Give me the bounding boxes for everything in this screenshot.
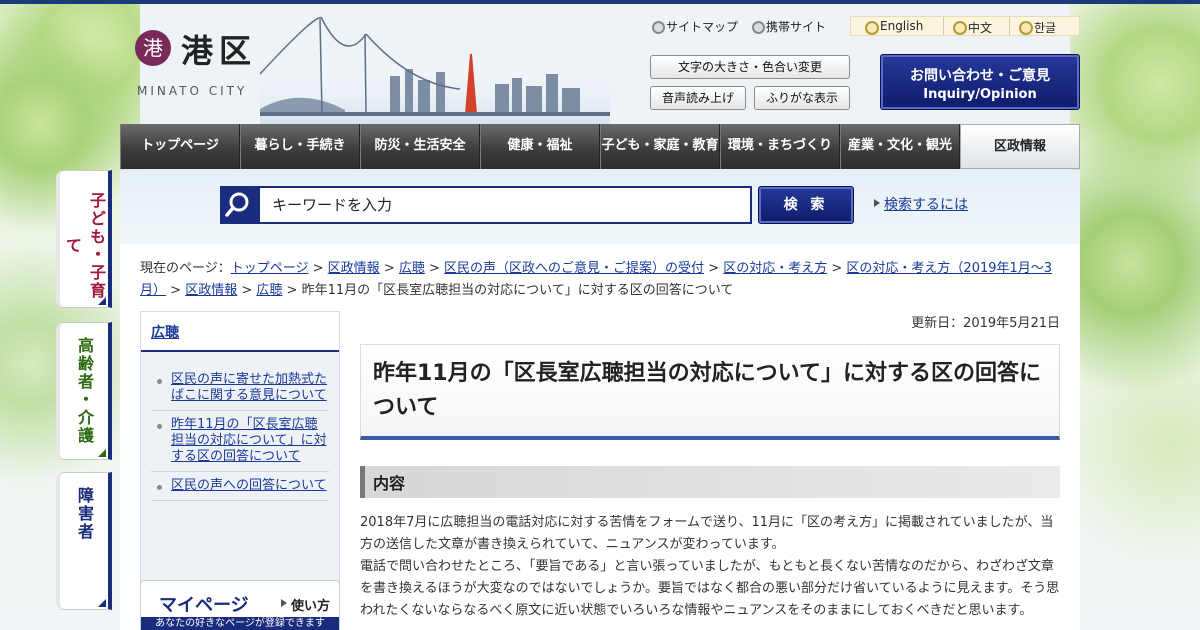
- breadcrumb-link[interactable]: 区民の声（区政へのご意見・ご提案）の受付: [444, 261, 704, 276]
- top-accent-bar: [0, 0, 1200, 4]
- skyline-illustration: [260, 17, 610, 124]
- nav-government[interactable]: 区政情報: [960, 124, 1080, 169]
- article-paragraph: 2018年7月に広聴担当の電話対応に対する苦情をフォームで送り、11月に「区の考…: [360, 515, 1054, 552]
- nav-health[interactable]: 健康・福祉: [480, 124, 600, 169]
- local-nav-heading: 広聴: [141, 312, 339, 352]
- nav-industry[interactable]: 産業・文化・観光: [840, 124, 960, 169]
- side-tab-label: 高齢者・介護: [75, 337, 94, 445]
- site-logo[interactable]: 港 港区 MINATO CITY: [135, 28, 275, 108]
- mypage-title: マイページ: [159, 595, 249, 616]
- sitemap-link[interactable]: サイトマップ: [652, 18, 738, 35]
- corner-arrow-icon: [98, 449, 106, 457]
- breadcrumb: 現在のページ：トップページ > 区政情報 > 広聴 > 区民の声（区政へのご意見…: [140, 261, 1053, 298]
- page-title: 昨年11月の「区長室広聴担当の対応について」に対する区の回答について: [373, 361, 1041, 420]
- lang-divider: [1009, 17, 1010, 35]
- read-aloud-button[interactable]: 音声読み上げ: [650, 86, 746, 110]
- local-nav-link[interactable]: 区民の声への回答について: [171, 478, 327, 493]
- side-tab-label: 子ども・子育て: [63, 192, 106, 300]
- global-nav: トップページ 暮らし・手続き 防災・生活安全 健康・福祉 子ども・家庭・教育 環…: [120, 124, 1080, 169]
- inquiry-button[interactable]: お問い合わせ・ご意見 Inquiry/Opinion: [880, 54, 1080, 110]
- local-nav-item: 区民の声への回答について: [151, 472, 329, 501]
- logo-emblem-icon: 港: [135, 30, 171, 66]
- mobile-site-link[interactable]: 携帯サイト: [752, 18, 826, 35]
- nav-top[interactable]: トップページ: [120, 124, 240, 169]
- nav-safety[interactable]: 防災・生活安全: [360, 124, 480, 169]
- page-title-box: 昨年11月の「区長室広聴担当の対応について」に対する区の回答について: [360, 344, 1060, 440]
- search-icon: [220, 186, 260, 224]
- breadcrumb-prefix: 現在のページ：: [140, 261, 231, 276]
- article-paragraph: 電話で問い合わせたところ、「要旨である」と言い張っていましたが、もともと長くない…: [360, 559, 1060, 618]
- local-nav-item: 区民の声に寄せた加熱式たばこに関する意見について: [151, 366, 329, 411]
- search-help-link[interactable]: 検索するには: [874, 194, 968, 214]
- lang-divider: [943, 17, 944, 35]
- mypage-description: あなたの好きなページが登録できます: [141, 617, 339, 630]
- article-body: 2018年7月に広聴担当の電話対応に対する苦情をフォームで送り、11月に「区の考…: [360, 512, 1066, 622]
- nav-children[interactable]: 子ども・家庭・教育: [600, 124, 720, 169]
- inquiry-sublabel: Inquiry/Opinion: [923, 87, 1037, 102]
- breadcrumb-link[interactable]: トップページ: [231, 261, 309, 276]
- logo-roman: MINATO CITY: [137, 84, 248, 98]
- furigana-button[interactable]: ふりがな表示: [754, 86, 850, 110]
- local-nav-item: 昨年11月の「区長室広聴担当の対応について」に対する区の回答について: [151, 411, 329, 472]
- mypage-howto-link[interactable]: 使い方: [281, 595, 330, 614]
- logo-name: 港区: [181, 32, 258, 70]
- corner-arrow-icon: [98, 297, 106, 305]
- lang-korean[interactable]: 한글: [1019, 19, 1056, 36]
- breadcrumb-link[interactable]: 区政情報: [328, 261, 380, 276]
- side-tab-disability[interactable]: 障害者: [56, 472, 112, 610]
- side-tab-children[interactable]: 子ども・子育て: [56, 170, 112, 308]
- lang-chinese[interactable]: 中文: [953, 19, 992, 36]
- breadcrumb-link[interactable]: 広聴: [256, 283, 282, 298]
- inquiry-label: お問い合わせ・ご意見: [910, 68, 1050, 84]
- text-size-button[interactable]: 文字の大きさ・色合い変更: [650, 55, 850, 79]
- breadcrumb-current: 昨年11月の「区長室広聴担当の対応について」に対する区の回答について: [301, 283, 734, 298]
- local-nav-list: 区民の声に寄せた加熱式たばこに関する意見について 昨年11月の「区長室広聴担当の…: [151, 366, 329, 501]
- mypage-box[interactable]: マイページ 使い方 あなたの好きなページが登録できます: [140, 580, 340, 630]
- local-nav-link[interactable]: 昨年11月の「区長室広聴担当の対応について」に対する区の回答について: [171, 417, 327, 464]
- nav-environment[interactable]: 環境・まちづくり: [720, 124, 840, 169]
- nav-living[interactable]: 暮らし・手続き: [240, 124, 360, 169]
- background-trees-right: [1070, 4, 1200, 630]
- local-nav-link[interactable]: 区民の声に寄せた加熱式たばこに関する意見について: [171, 372, 327, 403]
- search-button[interactable]: 検 索: [758, 186, 854, 224]
- side-tab-label: 障害者: [75, 487, 94, 541]
- search-input[interactable]: [258, 186, 752, 224]
- breadcrumb-link[interactable]: 区の対応・考え方: [723, 261, 827, 276]
- corner-arrow-icon: [98, 599, 106, 607]
- language-bar: English 中文 한글: [850, 16, 1080, 36]
- breadcrumb-link[interactable]: 区政情報: [185, 283, 237, 298]
- breadcrumb-link[interactable]: 広聴: [399, 261, 425, 276]
- side-tab-elderly[interactable]: 高齢者・介護: [56, 322, 112, 460]
- lang-english[interactable]: English: [865, 19, 923, 35]
- local-nav-heading-link[interactable]: 広聴: [151, 325, 179, 341]
- section-heading: 内容: [360, 466, 1060, 498]
- updated-date: 更新日：2019年5月21日: [911, 316, 1060, 331]
